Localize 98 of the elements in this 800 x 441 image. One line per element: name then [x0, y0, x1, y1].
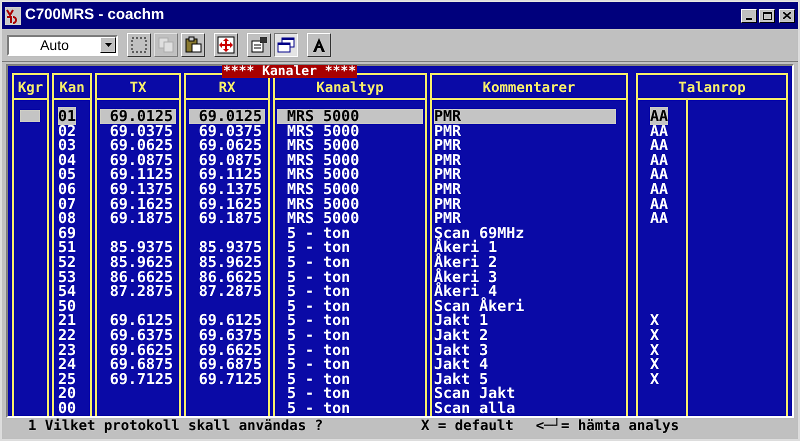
table-cell-text: 69.1875 — [108, 211, 174, 226]
close-icon — [783, 12, 791, 19]
table-cell-text: 69.1375 — [198, 182, 263, 197]
table-cell-text: Jakt 3 — [434, 342, 490, 358]
status-hint: <─┘= hämta analys — [536, 417, 680, 436]
table-cell-text: Scan Åkeri — [434, 298, 526, 314]
table-cell-text: 69.7125 — [108, 372, 174, 386]
table-cell-text: PMR — [434, 211, 462, 226]
table-cell-text: 69.0375 — [108, 124, 174, 138]
table-cell-text: 5 - ton — [286, 270, 352, 284]
table-cell-text: PMR — [434, 167, 462, 182]
table-cell-text: Jakt 5 — [434, 372, 488, 386]
table-cell-text: 5 - ton — [286, 298, 352, 314]
table-cell-text: 5 - ton — [286, 342, 352, 358]
table-cell-text: 69.0625 — [198, 138, 263, 153]
close-button[interactable] — [779, 8, 795, 22]
properties-icon — [250, 36, 268, 54]
copy-icon — [157, 36, 175, 54]
table-cell-text: 5 - ton — [286, 386, 352, 401]
table-cell-text: Scan Jakt — [434, 386, 516, 401]
table-cell: AA — [650, 107, 668, 125]
table-cell-text: MRS 5000 — [286, 138, 360, 153]
selection-icon — [130, 36, 148, 54]
table-cell-text: PMR — [434, 138, 462, 153]
table-cell[interactable]: 01 — [58, 107, 76, 125]
status-prompt: 1 Vilket protokoll skall användas ? — [28, 417, 324, 436]
table-cell-text: 69.0375 — [198, 124, 263, 138]
table-cell-text: PMR — [434, 182, 462, 197]
zoom-dropdown[interactable]: Auto — [7, 34, 118, 56]
clipboard-icon — [184, 36, 202, 54]
table-cell-text: 85.9375 — [198, 240, 263, 255]
table-cell-text: 86.6625 — [108, 270, 174, 284]
table-cell-text: 5 - ton — [286, 284, 352, 299]
table-cell-text: 69.1375 — [108, 182, 174, 197]
table-cell-text: PMR — [434, 152, 462, 168]
column-header: Kan — [54, 73, 90, 100]
table-cell-text: PMR — [434, 196, 462, 212]
table-cell-text: Scan alla — [434, 400, 516, 416]
table-cell-text: 5 - ton — [286, 357, 352, 372]
table-cell-text: 85.9625 — [108, 254, 174, 270]
arrows-out-icon — [217, 36, 235, 54]
minimize-button[interactable] — [741, 8, 757, 22]
status-hint: X = default — [421, 417, 514, 436]
column-header: TX — [97, 73, 179, 100]
column-header: Talanrop — [638, 73, 786, 100]
table-cell-text: 85.9375 — [108, 240, 174, 255]
column-header: Kommentarer — [432, 73, 626, 100]
table-cell-text: 5 - ton — [286, 328, 352, 342]
table-cell-text: 69.1625 — [198, 196, 263, 212]
windows-icon — [277, 36, 295, 54]
table-cell: MRS 5000 — [277, 109, 423, 124]
table-cell-text: 5 - ton — [286, 254, 352, 270]
table-cell-text: 69.1875 — [198, 211, 263, 226]
table-cell-text: 69.6875 — [198, 357, 263, 372]
table-cell-text: 85.9625 — [198, 254, 263, 270]
table-cell-text: MRS 5000 — [286, 211, 360, 226]
table-cell-text: 69.1125 — [108, 167, 174, 182]
window-title: C700MRS - coachm — [25, 5, 164, 26]
table-cell-text: 5 - ton — [286, 313, 352, 328]
table-cell: 69.0125 — [100, 109, 176, 124]
table-cell-text: 87.2875 — [198, 284, 263, 299]
table-cell-text: Jakt 1 — [434, 313, 488, 328]
table-cell-text: Jakt 2 — [434, 328, 490, 342]
table-cell-text: MRS 5000 — [286, 124, 360, 138]
table-cell: 69.0125 — [189, 109, 265, 124]
maximize-button[interactable] — [759, 8, 775, 22]
app-icon — [5, 6, 21, 24]
table-cell-text: 69.0875 — [108, 152, 174, 168]
table-cell: PMR — [434, 109, 616, 124]
table-cell-text: 69.7125 — [198, 372, 263, 386]
table-cell-text: MRS 5000 — [286, 196, 360, 212]
table-cell-text: 69.6125 — [198, 313, 263, 328]
panel-title: **** Kanaler **** — [222, 65, 358, 78]
table-cell-text: MRS 5000 — [286, 182, 360, 197]
table-cell-text: Jakt 4 — [434, 357, 490, 372]
table-cell-text: 86.6625 — [198, 270, 263, 284]
font-icon — [310, 36, 328, 54]
table-cell-text: 69.1625 — [108, 196, 174, 212]
table-cell-text: 69.6125 — [108, 313, 174, 328]
table-cell-text: 69.0875 — [198, 152, 263, 168]
table-cell-text: 69.1125 — [198, 167, 263, 182]
table-cell-text: 69.0625 — [108, 138, 174, 153]
table-cell-text: PMR — [434, 124, 462, 138]
table-cell-text: 5 - ton — [286, 226, 352, 240]
table-cell-text: 5 - ton — [286, 240, 352, 255]
table-cell-text: 87.2875 — [108, 284, 174, 299]
caret-icon — [104, 43, 112, 47]
column-header: Kgr — [14, 73, 47, 100]
toolbar-button[interactable] — [274, 33, 298, 57]
table-cell-text: MRS 5000 — [286, 167, 360, 182]
table-cell-text: 69.6625 — [108, 342, 174, 358]
table-cell-text: 5 - ton — [286, 400, 352, 416]
table-cell-text: 69.6375 — [198, 328, 263, 342]
table-cell-text: 5 - ton — [286, 372, 352, 386]
table-cell-text: 69.6375 — [108, 328, 174, 342]
table-cell-text: 69.6625 — [198, 342, 263, 358]
table-cell-text: 69.6875 — [108, 357, 174, 372]
table-cell-text: MRS 5000 — [286, 152, 360, 168]
